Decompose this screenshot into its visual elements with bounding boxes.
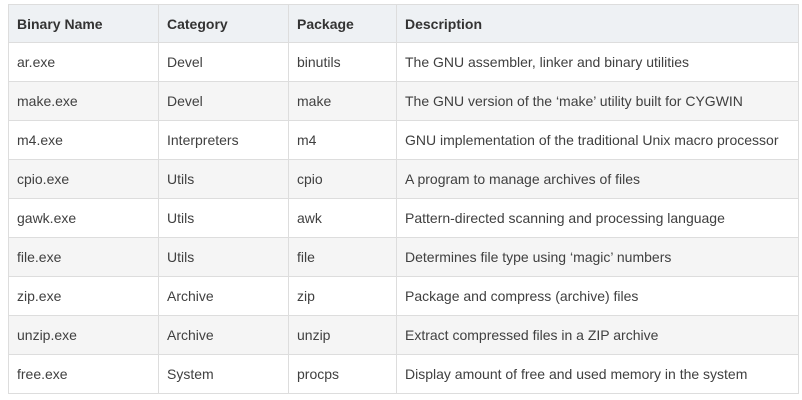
table-row: zip.exe Archive zip Package and compress… bbox=[8, 276, 799, 316]
cell-description: The GNU version of the ‘make’ utility bu… bbox=[396, 81, 799, 121]
table-row: free.exe System procps Display amount of… bbox=[8, 354, 799, 394]
cell-category: Utils bbox=[158, 237, 289, 277]
header-binary-name: Binary Name bbox=[8, 4, 159, 43]
table-row: cpio.exe Utils cpio A program to manage … bbox=[8, 159, 799, 199]
binary-packages-table: Binary Name Category Package Description… bbox=[8, 4, 799, 394]
cell-binary-name: file.exe bbox=[8, 237, 159, 277]
cell-binary-name: m4.exe bbox=[8, 120, 159, 160]
cell-description: A program to manage archives of files bbox=[396, 159, 799, 199]
table-row: m4.exe Interpreters m4 GNU implementatio… bbox=[8, 120, 799, 160]
cell-description: GNU implementation of the traditional Un… bbox=[396, 120, 799, 160]
header-package: Package bbox=[288, 4, 397, 43]
cell-package: cpio bbox=[288, 159, 397, 199]
cell-package: m4 bbox=[288, 120, 397, 160]
cell-category: Utils bbox=[158, 159, 289, 199]
cell-binary-name: ar.exe bbox=[8, 42, 159, 82]
cell-description: The GNU assembler, linker and binary uti… bbox=[396, 42, 799, 82]
table-row: ar.exe Devel binutils The GNU assembler,… bbox=[8, 42, 799, 82]
cell-description: Pattern-directed scanning and processing… bbox=[396, 198, 799, 238]
table-header: Binary Name Category Package Description bbox=[8, 4, 799, 43]
table-body: ar.exe Devel binutils The GNU assembler,… bbox=[8, 42, 799, 394]
cell-package: file bbox=[288, 237, 397, 277]
cell-binary-name: cpio.exe bbox=[8, 159, 159, 199]
cell-package: unzip bbox=[288, 315, 397, 355]
header-category: Category bbox=[158, 4, 289, 43]
header-row: Binary Name Category Package Description bbox=[8, 4, 799, 43]
cell-package: awk bbox=[288, 198, 397, 238]
table-row: make.exe Devel make The GNU version of t… bbox=[8, 81, 799, 121]
cell-category: Archive bbox=[158, 315, 289, 355]
cell-category: Utils bbox=[158, 198, 289, 238]
table-row: file.exe Utils file Determines file type… bbox=[8, 237, 799, 277]
header-description: Description bbox=[396, 4, 799, 43]
cell-binary-name: gawk.exe bbox=[8, 198, 159, 238]
table-row: gawk.exe Utils awk Pattern-directed scan… bbox=[8, 198, 799, 238]
cell-package: zip bbox=[288, 276, 397, 316]
cell-binary-name: unzip.exe bbox=[8, 315, 159, 355]
cell-description: Display amount of free and used memory i… bbox=[396, 354, 799, 394]
cell-binary-name: make.exe bbox=[8, 81, 159, 121]
cell-category: Devel bbox=[158, 42, 289, 82]
cell-package: procps bbox=[288, 354, 397, 394]
cell-category: System bbox=[158, 354, 289, 394]
cell-binary-name: free.exe bbox=[8, 354, 159, 394]
table-row: unzip.exe Archive unzip Extract compress… bbox=[8, 315, 799, 355]
cell-binary-name: zip.exe bbox=[8, 276, 159, 316]
cell-package: make bbox=[288, 81, 397, 121]
cell-description: Extract compressed files in a ZIP archiv… bbox=[396, 315, 799, 355]
cell-package: binutils bbox=[288, 42, 397, 82]
cell-category: Devel bbox=[158, 81, 289, 121]
cell-description: Package and compress (archive) files bbox=[396, 276, 799, 316]
cell-category: Archive bbox=[158, 276, 289, 316]
cell-category: Interpreters bbox=[158, 120, 289, 160]
cell-description: Determines file type using ‘magic’ numbe… bbox=[396, 237, 799, 277]
